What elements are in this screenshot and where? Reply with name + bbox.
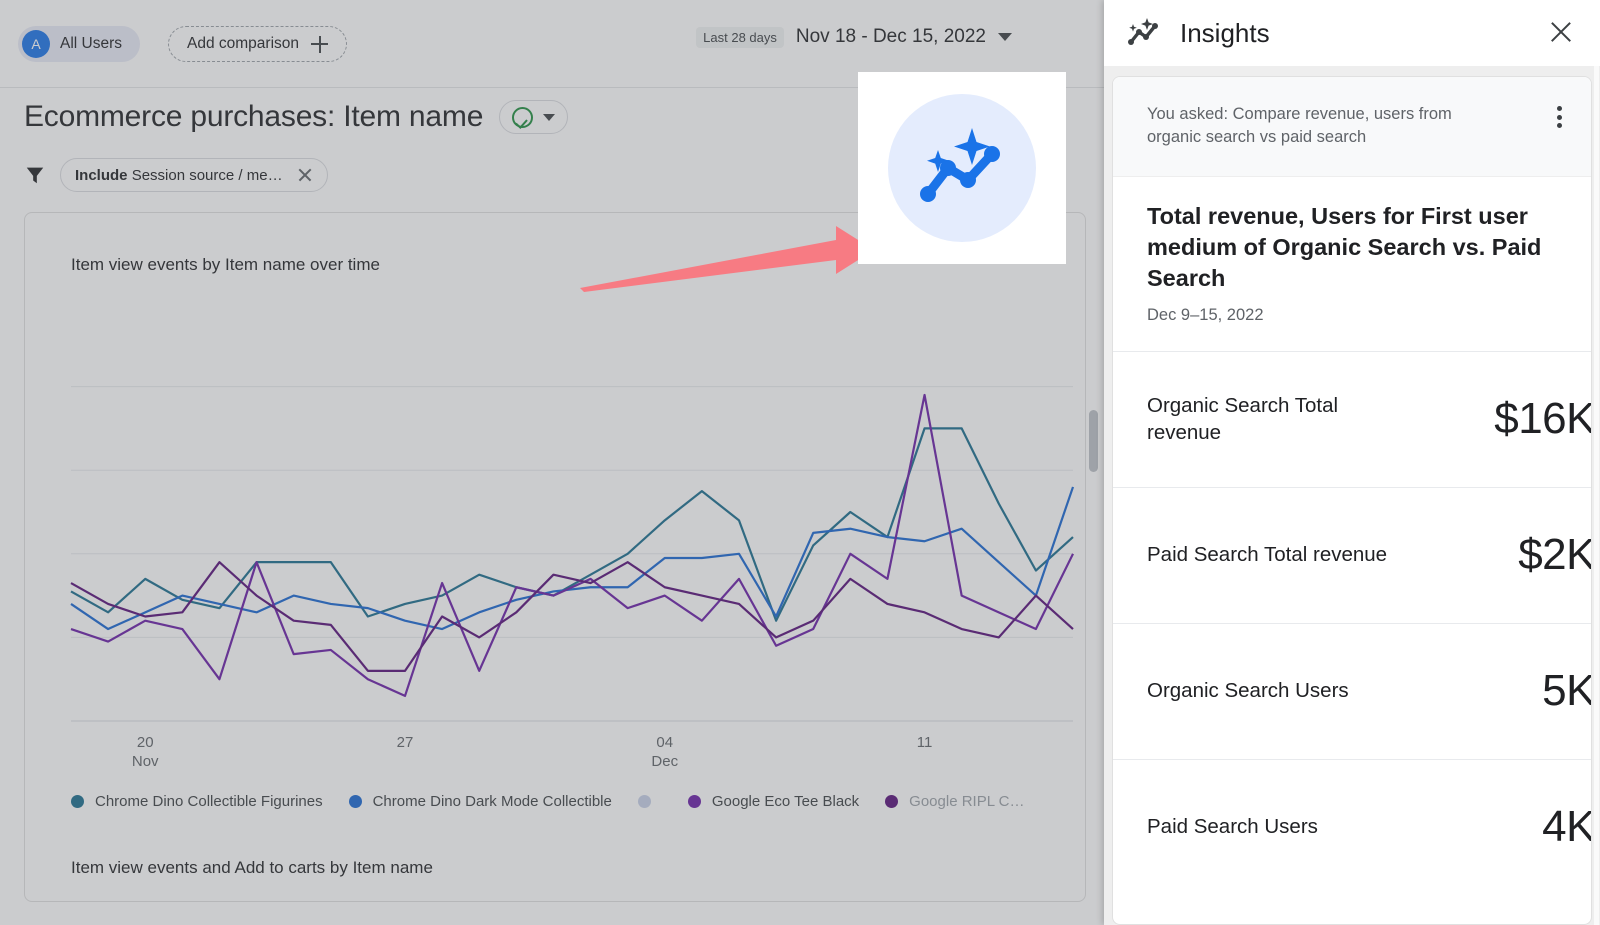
chevron-down-icon: [543, 113, 556, 121]
metric-label: Paid Search Total revenue: [1147, 543, 1388, 567]
legend-label: Chrome Dino Collectible Figurines: [95, 793, 323, 810]
asked-question-row: You asked: Compare revenue, users from o…: [1113, 77, 1591, 177]
insight-card: You asked: Compare revenue, users from o…: [1112, 76, 1592, 925]
second-chart-title: Item view events and Add to carts by Ite…: [71, 858, 433, 877]
svg-text:Nov: Nov: [132, 753, 159, 770]
insight-heading-block: Total revenue, Users for First user medi…: [1113, 177, 1591, 325]
legend-color-dot: [885, 795, 899, 808]
legend-item[interactable]: Google RIPL C…: [885, 793, 1025, 810]
check-circle-icon: [512, 106, 534, 128]
legend-color-dot: [637, 795, 651, 808]
insights-button[interactable]: [888, 94, 1036, 242]
add-comparison-label: Add comparison: [187, 35, 300, 52]
svg-text:Dec: Dec: [651, 753, 678, 770]
audience-pill-all-users[interactable]: A All Users: [18, 26, 141, 62]
report-scrollbar-thumb[interactable]: [1089, 410, 1098, 472]
report-card: Item view events by Item name over time …: [24, 212, 1086, 902]
insight-date-range: Dec 9–15, 2022: [1147, 305, 1264, 324]
asked-question-text: You asked: Compare revenue, users from o…: [1147, 105, 1452, 147]
insights-button-highlight: [858, 72, 1066, 264]
legend-label: Chrome Dino Dark Mode Collectible: [372, 793, 612, 810]
insights-sparkle-chart-icon: [920, 128, 1000, 202]
audience-label: All Users: [60, 35, 123, 52]
metric-label: Organic Search Total revenue: [1147, 393, 1339, 445]
insights-panel-title: Insights: [1180, 17, 1270, 48]
svg-text:20: 20: [137, 734, 154, 751]
metrics-list: Organic Search Total revenue $16K Paid S…: [1113, 350, 1592, 895]
metric-row: Organic Search Total revenue $16K: [1113, 350, 1592, 487]
date-range-value: Nov 18 - Dec 15, 2022: [795, 26, 986, 47]
insights-panel-scrollbar[interactable]: [1594, 66, 1599, 925]
legend-color-dot: [71, 795, 84, 808]
legend-item[interactable]: Chrome Dino Dark Mode Collectible: [348, 793, 612, 810]
line-chart: 20 Nov 27 04 Dec 11: [25, 283, 1085, 783]
close-icon[interactable]: [297, 167, 313, 183]
metric-row: Paid Search Users 4K: [1113, 758, 1592, 895]
legend-label: Google RIPL C…: [909, 793, 1025, 810]
metric-label: Organic Search Users: [1147, 679, 1349, 703]
chart-legend: Chrome Dino Collectible Figurines Chrome…: [71, 793, 1025, 810]
legend-label: Google Eco Tee Black: [711, 793, 860, 810]
legend-item[interactable]: Chrome Dino Collectible Figurines: [71, 793, 323, 810]
svg-text:04: 04: [656, 734, 673, 751]
avatar: A: [22, 30, 50, 58]
svg-text:27: 27: [397, 734, 414, 751]
date-range-chip: Last 28 days: [696, 26, 784, 48]
filter-funnel-icon: [24, 164, 46, 186]
metric-value: 5K: [1542, 666, 1592, 716]
metric-value: $16K: [1494, 394, 1592, 444]
insights-panel-body: You asked: Compare revenue, users from o…: [1104, 66, 1600, 925]
metric-row: Organic Search Users 5K: [1113, 622, 1592, 759]
insights-panel-header: Insights: [1104, 0, 1600, 66]
svg-text:11: 11: [917, 734, 933, 751]
filter-row: Include Session source / me…: [24, 158, 328, 192]
legend-item[interactable]: [637, 795, 662, 808]
plus-icon: [311, 35, 329, 53]
filter-chip-prefix: Include: [75, 166, 128, 184]
chart-title: Item view events by Item name over time: [71, 255, 380, 274]
legend-color-dot: [348, 795, 362, 808]
metric-value: $2K: [1518, 530, 1592, 580]
insights-sparkle-chart-icon: [1126, 18, 1160, 48]
date-range-selector[interactable]: Last 28 days Nov 18 - Dec 15, 2022: [696, 26, 1012, 48]
filter-chip-session-source[interactable]: Include Session source / me…: [60, 158, 328, 192]
filter-chip-text: Session source / me…: [131, 166, 283, 184]
report-status-dropdown[interactable]: [499, 100, 569, 134]
metric-row: Paid Search Total revenue $2K: [1113, 486, 1592, 623]
close-icon[interactable]: [1546, 17, 1576, 47]
page-title-row: Ecommerce purchases: Item name: [24, 100, 569, 134]
legend-color-dot: [687, 795, 701, 808]
insights-panel: Insights You asked: Compare revenue, use…: [1104, 0, 1600, 925]
page-title: Ecommerce purchases: Item name: [24, 100, 484, 133]
filter-chip-label: Include Session source / me…: [75, 167, 283, 184]
add-comparison-button[interactable]: Add comparison: [168, 26, 348, 62]
metric-label: Paid Search Users: [1147, 815, 1318, 839]
more-options-icon[interactable]: [1547, 105, 1571, 129]
insight-title: Total revenue, Users for First user medi…: [1147, 202, 1542, 291]
chevron-down-icon: [998, 33, 1012, 41]
metric-value: 4K: [1542, 802, 1592, 852]
legend-item[interactable]: Google Eco Tee Black: [687, 793, 860, 810]
analytics-page: A All Users Add comparison Last 28 days …: [0, 0, 1600, 925]
